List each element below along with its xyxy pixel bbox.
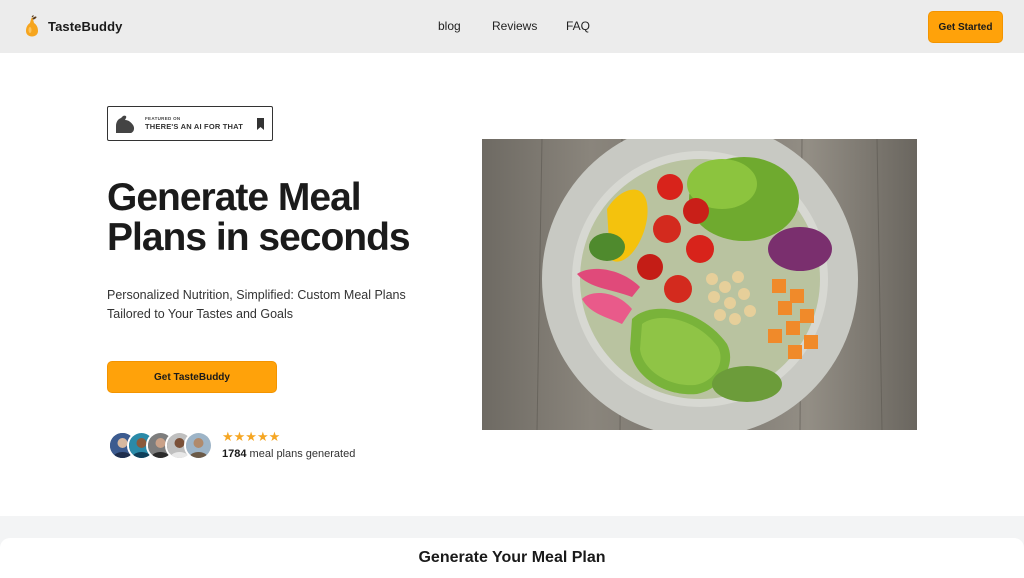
meal-plans-count-suffix: meal plans generated (246, 448, 356, 460)
section-title: Generate Your Meal Plan (418, 549, 606, 566)
headline-line-2: Plans in seconds (107, 216, 411, 259)
hero-subtitle: Personalized Nutrition, Simplified: Cust… (107, 286, 437, 324)
salad-bowl-photo (482, 139, 917, 430)
five-star-icon: ★★★★★ (222, 429, 281, 444)
hero-headline: Generate Meal Plans in seconds (107, 178, 467, 258)
featured-big-text: THERE'S AN AI FOR THAT (145, 122, 243, 131)
nav-link-blog[interactable]: blog (438, 19, 461, 33)
subtitle-line-2: Tailored to Your Tastes and Goals (107, 307, 294, 321)
rating-block: ★★★★★ 1784 meal plans generated (222, 429, 355, 461)
pear-logo-icon (26, 15, 38, 37)
top-navbar: TasteBuddy blog Reviews FAQ Get Started (0, 0, 1024, 53)
user-avatars (108, 431, 218, 461)
meal-plans-count-number: 1784 (222, 448, 247, 460)
get-tastebuddy-button[interactable]: Get TasteBuddy (107, 361, 277, 393)
brand[interactable]: TasteBuddy (24, 15, 122, 37)
bookmark-icon (257, 118, 264, 130)
flexed-arm-icon (116, 115, 135, 133)
featured-small-text: FEATURED ON (145, 115, 181, 121)
meal-plans-count: 1784 meal plans generated (222, 448, 355, 460)
subtitle-line-1: Personalized Nutrition, Simplified: Cust… (107, 288, 406, 302)
brand-name: TasteBuddy (48, 18, 123, 34)
featured-on-badge[interactable]: FEATURED ON THERE'S AN AI FOR THAT (107, 106, 273, 141)
nav-link-reviews[interactable]: Reviews (492, 19, 537, 33)
featured-text: FEATURED ON THERE'S AN AI FOR THAT (145, 115, 243, 131)
avatar (184, 431, 213, 460)
headline-line-1: Generate Meal (107, 176, 362, 219)
nav-link-faq[interactable]: FAQ (566, 19, 590, 33)
get-started-button[interactable]: Get Started (928, 11, 1003, 43)
